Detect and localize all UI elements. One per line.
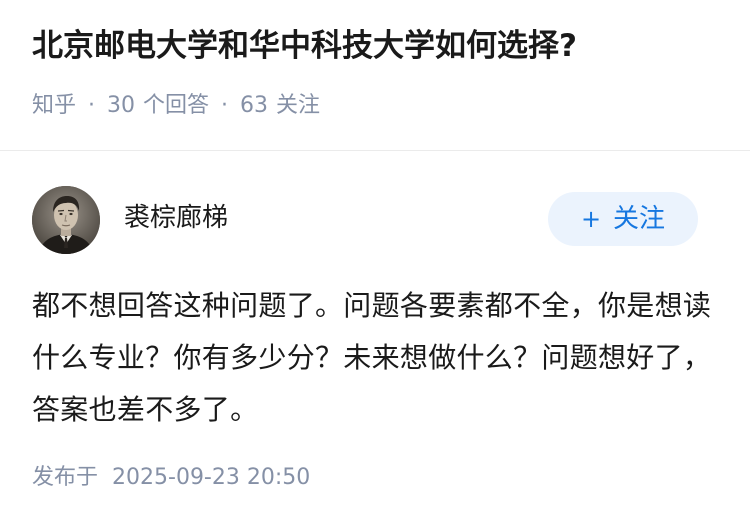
answer-author-row: 裘棕廊梯 + 关注 (32, 186, 702, 258)
answer-footer: 发布于 2025-09-23 20:50 (32, 462, 310, 494)
plus-icon: + (580, 205, 602, 233)
answer-count: 30 (107, 93, 136, 118)
follow-button-label: 关注 (613, 204, 666, 234)
author-name[interactable]: 裘棕廊梯 (124, 200, 228, 236)
question-meta: 知乎 · 30 个回答 · 63 关注 (32, 90, 722, 122)
answer-count-label[interactable]: 个回答 (143, 90, 209, 122)
meta-separator-dot: · (221, 93, 229, 118)
question-title[interactable]: 北京邮电大学和华中科技大学如何选择? (32, 24, 722, 68)
published-label: 发布于 (32, 465, 99, 490)
source-label[interactable]: 知乎 (32, 90, 76, 122)
question-header: 北京邮电大学和华中科技大学如何选择? 知乎 · 30 个回答 · 63 关注 (32, 24, 722, 122)
follow-count-label[interactable]: 关注 (276, 90, 320, 122)
answer-content[interactable]: 都不想回答这种问题了。问题各要素都不全，你是想读什么专业？你有多少分？未来想做什… (32, 280, 718, 436)
meta-separator-dot: · (88, 93, 96, 118)
published-time[interactable]: 2025-09-23 20:50 (112, 465, 310, 490)
author-photo-icon (32, 186, 100, 254)
follow-count: 63 (240, 93, 269, 118)
header-divider (0, 150, 750, 151)
zhihu-question-page: 北京邮电大学和华中科技大学如何选择? 知乎 · 30 个回答 · 63 关注 裘… (0, 0, 750, 530)
follow-button[interactable]: + 关注 (548, 192, 698, 246)
author-avatar[interactable] (32, 186, 100, 254)
